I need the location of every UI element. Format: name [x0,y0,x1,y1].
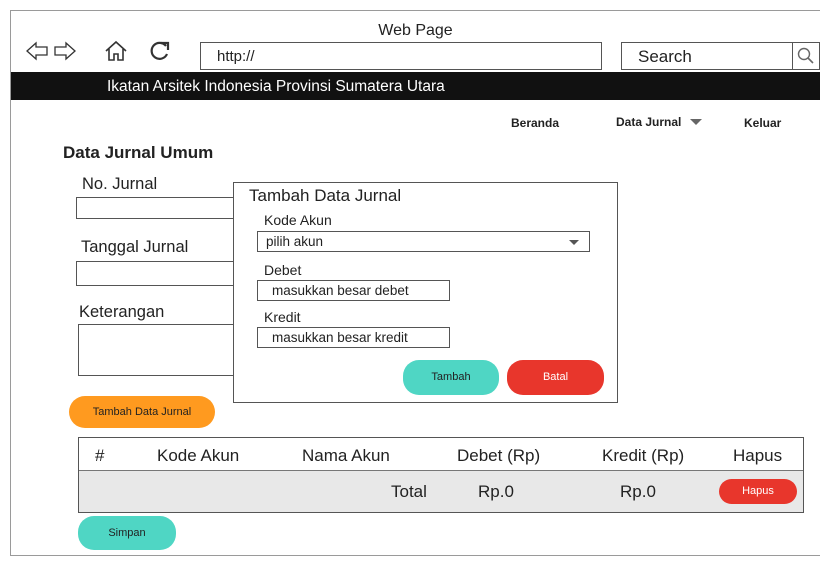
column-header-kode-akun: Kode Akun [157,446,240,465]
home-icon[interactable] [103,38,129,64]
search-input[interactable]: Search [621,42,793,70]
column-header-debet: Debet (Rp) [457,446,541,465]
kode-akun-value: pilih akun [266,234,324,249]
url-bar[interactable]: http:// [200,42,602,70]
site-banner: Ikatan Arsitek Indonesia Provinsi Sumate… [11,72,820,100]
menu-data-jurnal[interactable]: Data Jurnal [616,115,703,129]
simpan-button[interactable]: Simpan [78,516,176,550]
window-title: Web Page [378,22,453,39]
keterangan-label: Keterangan [79,303,165,321]
table-total-row [79,470,803,512]
kredit-label: Kredit [264,309,301,325]
select-chevron-down-icon [569,240,579,245]
search-icon[interactable] [793,42,820,70]
column-header-kredit: Kredit (Rp) [602,446,685,465]
column-header-hapus: Hapus [733,446,783,465]
tambah-button[interactable]: Tambah [403,360,499,395]
forward-arrow-icon[interactable] [52,38,78,64]
debet-label: Debet [264,262,302,278]
column-header-nama-akun: Nama Akun [302,446,390,465]
batal-button[interactable]: Batal [507,360,604,395]
refresh-icon[interactable] [147,38,173,64]
keterangan-textarea[interactable] [78,324,236,376]
page-title: Data Jurnal Umum [63,143,214,162]
tambah-data-jurnal-button[interactable]: Tambah Data Jurnal [69,396,215,428]
no-jurnal-label: No. Jurnal [82,175,158,193]
debet-input[interactable]: masukkan besar debet [257,280,450,301]
kode-akun-select[interactable]: pilih akun [257,231,590,252]
back-arrow-icon[interactable] [24,38,50,64]
kredit-input[interactable]: masukkan besar kredit [257,327,450,348]
kode-akun-label: Kode Akun [264,212,332,228]
menu-beranda[interactable]: Beranda [511,116,559,130]
menu-data-jurnal-label: Data Jurnal [616,115,682,129]
total-kredit: Rp.0 [620,482,656,501]
total-label: Total [391,482,427,501]
menu-keluar[interactable]: Keluar [744,116,781,130]
chevron-down-icon [689,119,702,125]
no-jurnal-input[interactable] [76,197,236,219]
total-debet: Rp.0 [478,482,514,501]
modal-title: Tambah Data Jurnal [249,186,402,205]
tanggal-jurnal-label: Tanggal Jurnal [81,238,189,256]
tanggal-jurnal-input[interactable] [76,261,236,286]
column-header-number: # [95,446,105,465]
hapus-button[interactable]: Hapus [719,479,797,504]
